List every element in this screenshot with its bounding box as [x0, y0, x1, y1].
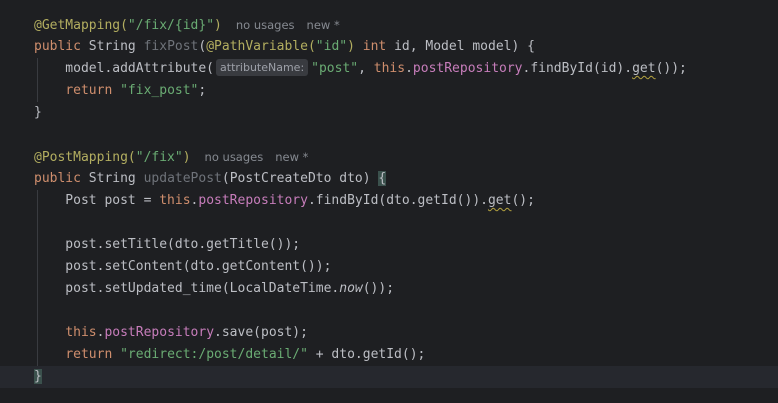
- code-token: (PostCreateDto dto): [221, 171, 379, 186]
- usages-hint[interactable]: no usages: [205, 150, 264, 164]
- code-token: now: [339, 281, 363, 296]
- code-text: Post post = this.postRepository.findById…: [34, 190, 535, 212]
- code-line[interactable]: model.addAttribute(attributeName: "post",…: [0, 58, 778, 80]
- code-token: .findById(id).: [522, 61, 633, 76]
- code-token: "redirect:/post/detail/": [120, 347, 308, 362]
- code-text: }: [34, 102, 42, 124]
- code-token: ): [214, 18, 222, 33]
- code-token: int: [362, 39, 387, 54]
- code-text: }: [34, 366, 42, 388]
- code-line[interactable]: post.setContent(dto.getContent());: [0, 256, 778, 278]
- code-line[interactable]: [0, 300, 778, 322]
- code-token: ;: [198, 83, 207, 98]
- code-text: post.setTitle(dto.getTitle());: [34, 234, 300, 256]
- code-token: + dto.getId();: [307, 347, 426, 362]
- code-token: .findById(dto.getId()).: [307, 193, 488, 208]
- code-text: this.postRepository.save(post);: [34, 322, 308, 344]
- code-token: postRepository: [412, 61, 523, 76]
- code-token: return: [65, 347, 113, 362]
- code-line[interactable]: [0, 124, 778, 146]
- indent-guide: [37, 212, 38, 234]
- code-token: "id": [315, 39, 348, 54]
- code-editor[interactable]: @GetMapping("/fix/{id}") no usages new * pu…: [0, 0, 778, 403]
- code-token: "post": [311, 61, 359, 76]
- code-line[interactable]: [0, 212, 778, 234]
- code-token: this: [373, 61, 406, 76]
- code-line[interactable]: return "fix_post";: [0, 80, 778, 102]
- code-text: post.setUpdated_time(LocalDateTime.now()…: [34, 278, 394, 300]
- code-token: .save(post);: [214, 325, 308, 340]
- code-text: @PostMapping("/fix") no usages new *: [34, 146, 308, 168]
- code-token: post.setTitle(dto.getTitle());: [34, 237, 301, 252]
- code-line[interactable]: public String fixPost(@PathVariable("id"…: [0, 36, 778, 58]
- code-token: Post post =: [34, 193, 160, 208]
- code-line[interactable]: public String updatePost(PostCreateDto d…: [0, 168, 778, 190]
- code-token: String: [80, 39, 144, 54]
- code-text: @GetMapping("/fix/{id}") no usages new *: [34, 14, 340, 36]
- code-token: @PathVariable(: [206, 39, 316, 54]
- code-token: post.setContent(dto.getContent());: [34, 259, 332, 274]
- code-token: model.addAttribute(: [34, 61, 215, 76]
- code-line[interactable]: }: [0, 366, 778, 388]
- code-text: post.setContent(dto.getContent());: [34, 256, 331, 278]
- code-text: model.addAttribute(attributeName: "post",…: [34, 58, 687, 80]
- code-token: public: [34, 39, 81, 54]
- code-line[interactable]: post.setUpdated_time(LocalDateTime.now()…: [0, 278, 778, 300]
- code-token: post.setUpdated_time(LocalDateTime.: [34, 281, 340, 296]
- code-token: this: [65, 325, 97, 340]
- code-line[interactable]: @GetMapping("/fix/{id}") no usages new *: [0, 14, 778, 36]
- code-token: "fix_post": [120, 83, 199, 98]
- code-line[interactable]: return "redirect:/post/detail/" + dto.ge…: [0, 344, 778, 366]
- code-token: {: [378, 171, 387, 186]
- code-token: postRepository: [198, 193, 308, 208]
- code-token: ,: [358, 61, 374, 76]
- code-line[interactable]: this.postRepository.save(post);: [0, 322, 778, 344]
- code-token: "/fix/{id}": [127, 18, 215, 33]
- code-token: @PostMapping(: [34, 150, 136, 165]
- code-token: .: [405, 61, 413, 76]
- code-token: }: [34, 369, 42, 384]
- usages-hint[interactable]: no usages: [236, 18, 295, 32]
- code-token: ());: [655, 61, 687, 76]
- code-text: return "redirect:/post/detail/" + dto.ge…: [34, 344, 425, 366]
- code-token: return: [65, 83, 113, 98]
- author-hint[interactable]: new *: [307, 18, 340, 32]
- code-line[interactable]: Post post = this.postRepository.findById…: [0, 190, 778, 212]
- code-text: public String updatePost(PostCreateDto d…: [34, 168, 387, 190]
- code-token: ): [182, 150, 191, 165]
- parameter-hint: attributeName:: [216, 59, 309, 76]
- code-token: ());: [362, 281, 395, 296]
- author-hint[interactable]: new *: [275, 150, 308, 164]
- code-token: String: [80, 171, 144, 186]
- code-token: }: [34, 105, 42, 120]
- code-text: public String fixPost(@PathVariable("id"…: [34, 36, 535, 58]
- code-token: updatePost: [143, 171, 222, 186]
- code-token: this: [159, 193, 191, 208]
- code-token: ): [347, 39, 355, 54]
- code-token: fixPost: [143, 39, 199, 54]
- code-line[interactable]: }: [0, 102, 778, 124]
- code-token: id, Model model) {: [386, 39, 535, 54]
- code-token: @GetMapping(: [34, 18, 128, 33]
- code-text: return "fix_post";: [34, 80, 206, 102]
- indent-guide: [37, 300, 38, 322]
- code-token: get: [632, 61, 656, 76]
- code-line[interactable]: @PostMapping("/fix") no usages new *: [0, 146, 778, 168]
- code-line[interactable]: post.setTitle(dto.getTitle());: [0, 234, 778, 256]
- code-token: "/fix": [135, 150, 183, 165]
- code-token: ();: [511, 193, 535, 208]
- code-token: get: [487, 193, 512, 208]
- code-token: public: [34, 171, 81, 186]
- code-token: postRepository: [104, 325, 215, 340]
